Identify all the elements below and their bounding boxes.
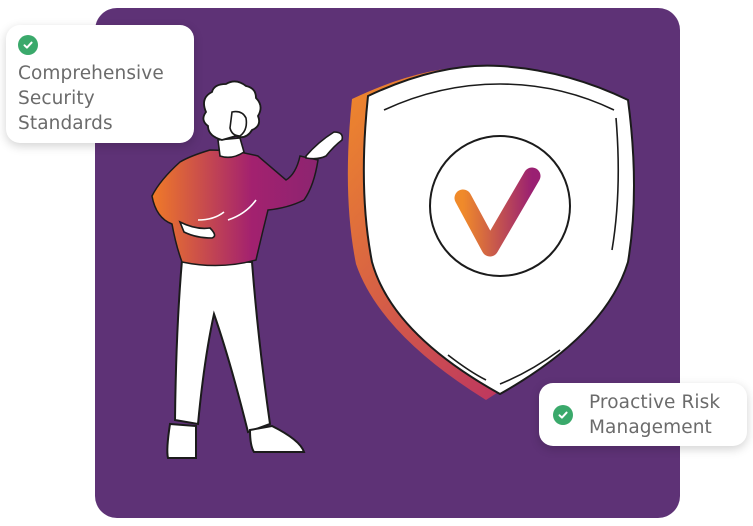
- person-raised-hand: [305, 131, 344, 160]
- person-shirt: [151, 149, 319, 267]
- feature-card-label: Comprehensive Security Standards: [18, 63, 164, 134]
- shield-circle: [429, 135, 571, 277]
- check-circle-icon: [553, 404, 573, 425]
- feature-card-security-standards: Comprehensive Security Standards: [6, 25, 194, 143]
- check-circle-icon: [18, 35, 38, 55]
- person-shoe-right: [248, 424, 306, 453]
- person-face: [229, 110, 248, 137]
- person-shoe-left: [166, 422, 197, 459]
- feature-card-risk-management: Proactive Risk Management: [539, 383, 747, 446]
- person-trousers: [173, 258, 272, 434]
- feature-card-label: Proactive Risk Management: [589, 391, 721, 438]
